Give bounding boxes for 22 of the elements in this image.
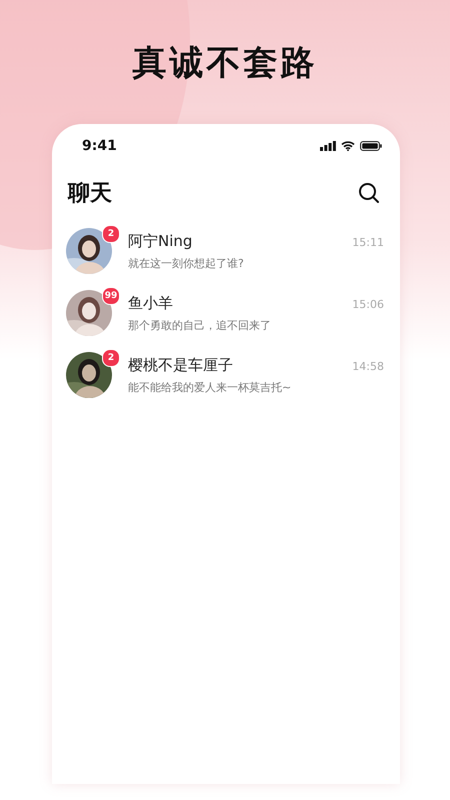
- message-preview: 就在这一刻你想起了谁?: [128, 256, 245, 270]
- headline: 真诚不套路: [132, 42, 318, 85]
- chat-item[interactable]: 99 鱼小羊 15:06 那个勇敢的自己，追不回来了: [52, 282, 400, 344]
- message-time: 15:11: [352, 236, 384, 248]
- signal-icon: [320, 141, 336, 151]
- status-time: 9:41: [82, 138, 117, 154]
- contact-name: 樱桃不是车厘子: [128, 356, 233, 374]
- page-title: 聊天: [68, 180, 112, 208]
- message-preview: 那个勇敢的自己，追不回来了: [128, 318, 272, 332]
- contact-name: 鱼小羊: [128, 294, 173, 312]
- search-icon[interactable]: [358, 182, 380, 204]
- unread-badge: 99: [102, 287, 120, 305]
- chat-item[interactable]: 2 樱桃不是车厘子 14:58 能不能给我的爱人来一杯莫吉托~: [52, 344, 400, 406]
- message-time: 14:58: [352, 360, 384, 372]
- unread-badge: 2: [102, 349, 120, 367]
- chat-item[interactable]: 2 阿宁Ning 15:11 就在这一刻你想起了谁?: [52, 220, 400, 282]
- unread-badge: 2: [102, 225, 120, 243]
- wifi-icon: [341, 141, 355, 151]
- message-preview: 能不能给我的爱人来一杯莫吉托~: [128, 380, 292, 394]
- battery-icon: [360, 141, 382, 151]
- contact-name: 阿宁Ning: [128, 232, 192, 250]
- message-time: 15:06: [352, 298, 384, 310]
